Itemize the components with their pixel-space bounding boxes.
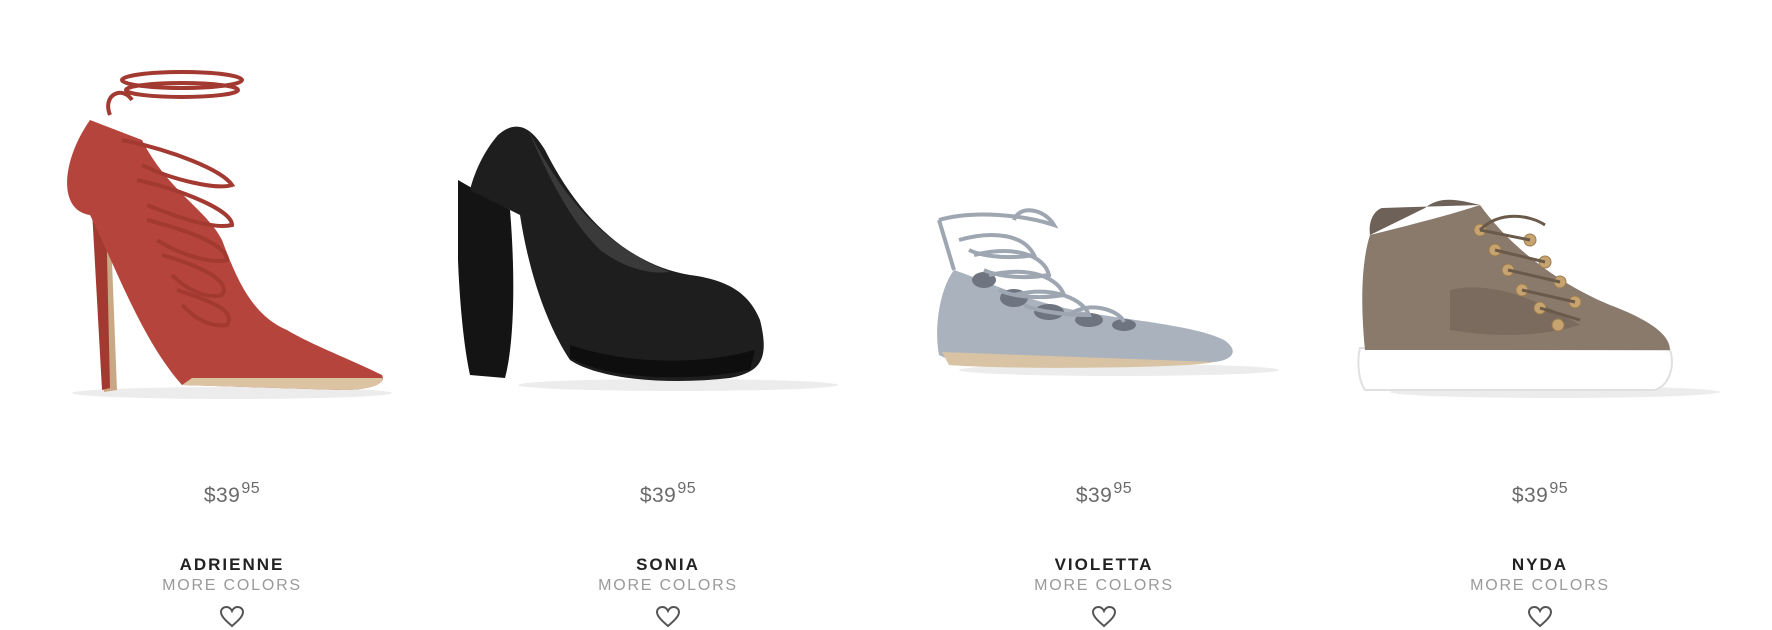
red-lace-up-pump-image bbox=[67, 70, 392, 399]
price-cents: 95 bbox=[1113, 480, 1133, 497]
product-price: $3995 bbox=[22, 480, 442, 508]
price-cents: 95 bbox=[1549, 480, 1569, 497]
heart-outline-icon[interactable] bbox=[655, 605, 681, 629]
more-colors-link[interactable]: MORE COLORS bbox=[1330, 577, 1750, 595]
product-card-sonia[interactable]: $3995 SONIA MORE COLORS bbox=[458, 40, 878, 628]
price-cents: 95 bbox=[241, 480, 261, 497]
product-price: $3995 bbox=[458, 480, 878, 508]
grey-lace-up-flat-image bbox=[937, 208, 1279, 376]
product-card-nyda[interactable]: $3995 NYDA MORE COLORS bbox=[1330, 40, 1750, 628]
product-card-adrienne[interactable]: $3995 ADRIENNE MORE COLORS bbox=[22, 40, 442, 628]
product-name[interactable]: ADRIENNE bbox=[22, 555, 442, 575]
product-price: $3995 bbox=[1330, 480, 1750, 508]
more-colors-link[interactable]: MORE COLORS bbox=[894, 577, 1314, 595]
more-colors-link[interactable]: MORE COLORS bbox=[22, 577, 442, 595]
taupe-high-top-sneaker-image bbox=[1357, 199, 1720, 398]
black-platform-pump-image bbox=[458, 126, 838, 391]
product-card-violetta[interactable]: $3995 VIOLETTA MORE COLORS bbox=[894, 40, 1314, 628]
more-colors-link[interactable]: MORE COLORS bbox=[458, 577, 878, 595]
price-dollars: $39 bbox=[1511, 484, 1549, 507]
heart-outline-icon[interactable] bbox=[219, 605, 245, 629]
price-cents: 95 bbox=[677, 480, 697, 497]
product-image-violetta[interactable] bbox=[894, 40, 1314, 460]
product-name[interactable]: SONIA bbox=[458, 555, 878, 575]
product-image-nyda[interactable] bbox=[1330, 40, 1750, 460]
product-image-sonia[interactable] bbox=[458, 40, 878, 460]
product-image-adrienne[interactable] bbox=[22, 40, 442, 460]
product-name[interactable]: NYDA bbox=[1330, 555, 1750, 575]
price-dollars: $39 bbox=[639, 484, 677, 507]
price-dollars: $39 bbox=[203, 484, 241, 507]
product-name[interactable]: VIOLETTA bbox=[894, 555, 1314, 575]
heart-outline-icon[interactable] bbox=[1527, 605, 1553, 629]
heart-outline-icon[interactable] bbox=[1091, 605, 1117, 629]
product-price: $3995 bbox=[894, 480, 1314, 508]
price-dollars: $39 bbox=[1075, 484, 1113, 507]
product-grid: $3995 ADRIENNE MORE COLORS $3995 SONIA M… bbox=[0, 0, 1772, 630]
